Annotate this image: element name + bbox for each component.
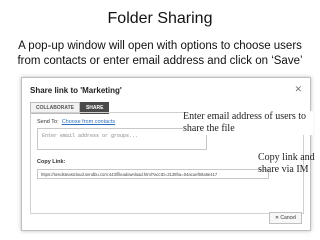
email-input[interactable]: Enter email address or groups... bbox=[37, 128, 207, 150]
slide-title: Folder Sharing bbox=[107, 10, 213, 27]
dialog-tabs: COLLABORATE SHARE bbox=[30, 102, 110, 114]
send-to-row: Send To: Choose from contacts bbox=[37, 119, 115, 125]
email-placeholder: Enter email address or groups... bbox=[42, 133, 139, 139]
cancel-button[interactable]: ✕ Cancel bbox=[268, 212, 302, 224]
close-icon[interactable]: ✕ bbox=[294, 84, 302, 94]
link-url: https://sendsteastcloud.sendbu.com:443/f… bbox=[41, 172, 218, 177]
copy-link-field[interactable]: https://sendsteastcloud.sendbu.com:443/f… bbox=[37, 169, 269, 179]
slide-caption: A pop-up window will open with options t… bbox=[17, 40, 303, 67]
cancel-label: Cancel bbox=[280, 215, 296, 221]
copy-link-label: Copy Link: bbox=[37, 159, 66, 165]
copy-link-annotation: Copy link and share via IM bbox=[258, 152, 315, 175]
email-annotation: Enter email address of users to share th… bbox=[183, 111, 313, 135]
dialog-title: Share link to 'Marketing' bbox=[30, 86, 122, 95]
send-to-label: Send To: bbox=[37, 119, 59, 125]
choose-from-contacts-link[interactable]: Choose from contacts bbox=[62, 119, 116, 125]
